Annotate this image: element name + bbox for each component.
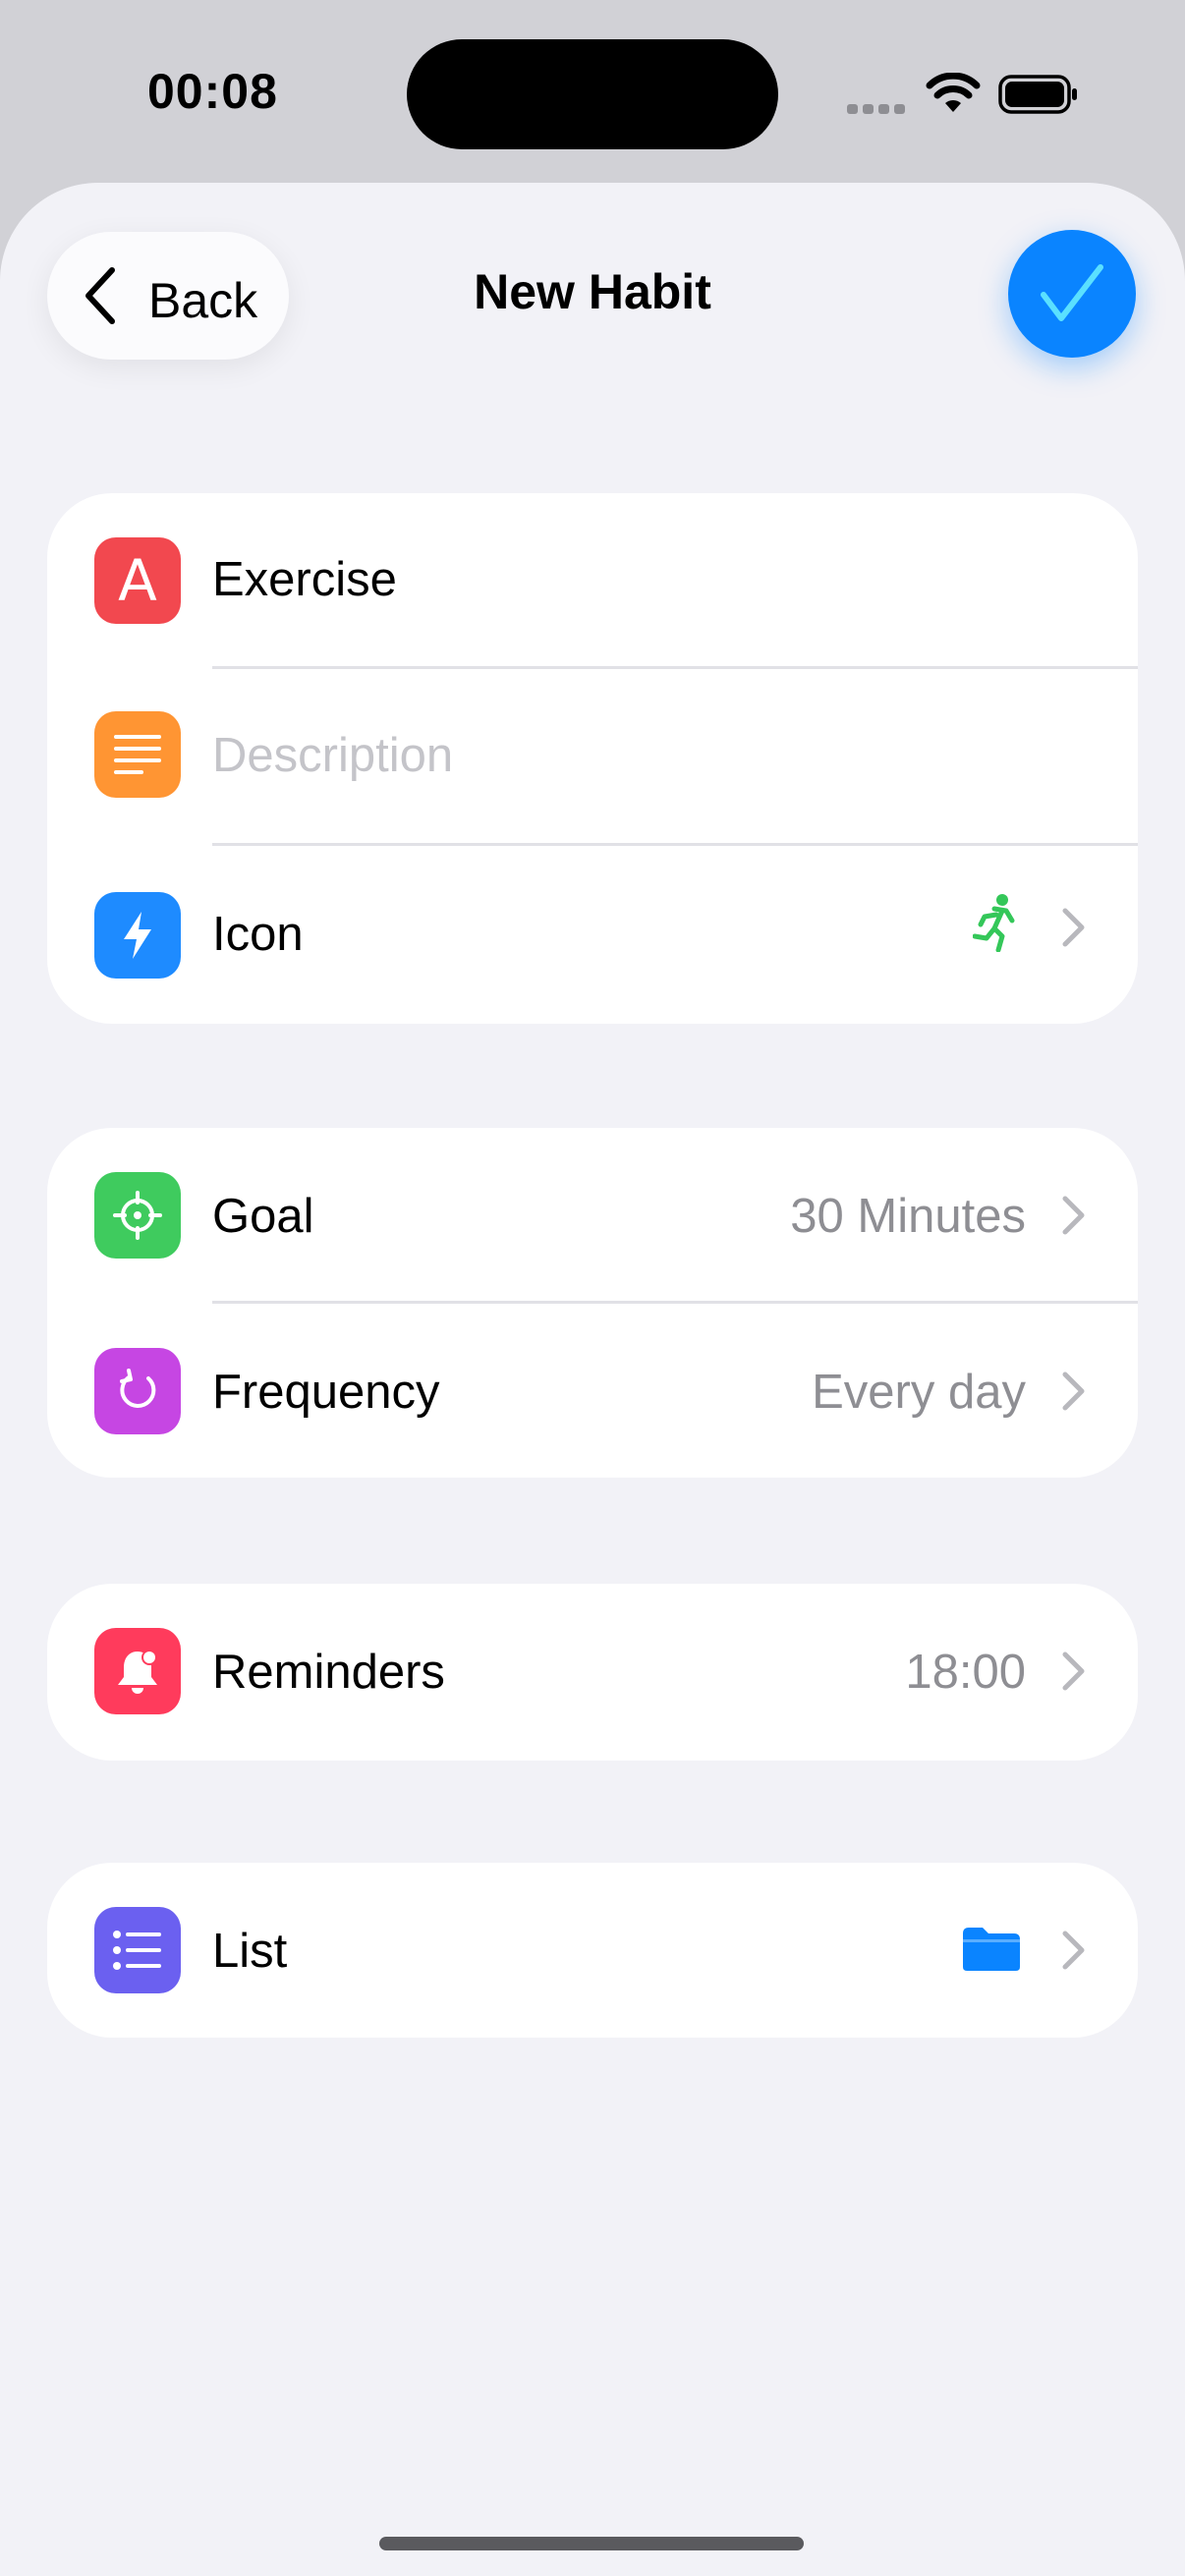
basic-info-card: A Exercise Description Icon: [47, 493, 1138, 1024]
icon-row[interactable]: Icon: [47, 846, 1138, 1021]
target-crosshair-icon: [94, 1172, 181, 1259]
status-time: 00:08: [147, 64, 278, 119]
goal-value: 30 Minutes: [790, 1190, 1026, 1243]
cellular-signal-icon: [847, 104, 905, 114]
dynamic-island: [407, 39, 778, 149]
name-row[interactable]: A Exercise: [47, 493, 1138, 668]
done-button[interactable]: [1008, 230, 1136, 358]
battery-icon: [998, 75, 1077, 114]
reminders-value: 18:00: [905, 1646, 1026, 1699]
description-row[interactable]: Description: [47, 669, 1138, 844]
checkmark-icon: [1041, 264, 1103, 321]
back-button[interactable]: Back: [47, 232, 289, 360]
list-row[interactable]: List: [47, 1863, 1138, 2038]
bell-icon: [94, 1628, 181, 1714]
chevron-right-icon: [1062, 908, 1085, 947]
reminders-label: Reminders: [212, 1646, 445, 1699]
back-button-label: Back: [148, 273, 258, 328]
home-indicator[interactable]: [379, 2537, 804, 2550]
status-bar: 00:08: [0, 0, 1185, 187]
chevron-right-icon: [1062, 1652, 1085, 1691]
sheet: Back New Habit A Exercise Description Ic…: [0, 183, 1185, 2576]
list-bullets-icon: [94, 1907, 181, 1993]
reminders-card: Reminders 18:00: [47, 1584, 1138, 1761]
chevron-right-icon: [1062, 1372, 1085, 1411]
frequency-label: Frequency: [212, 1366, 440, 1419]
running-figure-icon: [973, 894, 1015, 952]
list-card: List: [47, 1863, 1138, 2038]
schedule-card: Goal 30 Minutes Frequency Every day: [47, 1128, 1138, 1478]
repeat-arrow-icon: [94, 1348, 181, 1434]
name-letter-icon: A: [94, 537, 181, 624]
page-title: New Habit: [474, 264, 711, 319]
chevron-right-icon: [1062, 1196, 1085, 1235]
frequency-value: Every day: [812, 1366, 1026, 1419]
chevron-left-icon: [85, 267, 115, 324]
name-field[interactable]: Exercise: [212, 552, 397, 607]
wifi-icon: [926, 73, 981, 112]
goal-row[interactable]: Goal 30 Minutes: [47, 1128, 1138, 1303]
chevron-right-icon: [1062, 1931, 1085, 1970]
reminders-row[interactable]: Reminders 18:00: [47, 1584, 1138, 1759]
goal-label: Goal: [212, 1190, 314, 1243]
description-field[interactable]: Description: [212, 728, 453, 783]
folder-icon: [963, 1928, 1020, 1971]
list-label: List: [212, 1925, 288, 1978]
description-lines-icon: [94, 711, 181, 798]
icon-row-label: Icon: [212, 908, 304, 961]
lightning-bolt-icon: [94, 892, 181, 979]
frequency-row[interactable]: Frequency Every day: [47, 1304, 1138, 1479]
